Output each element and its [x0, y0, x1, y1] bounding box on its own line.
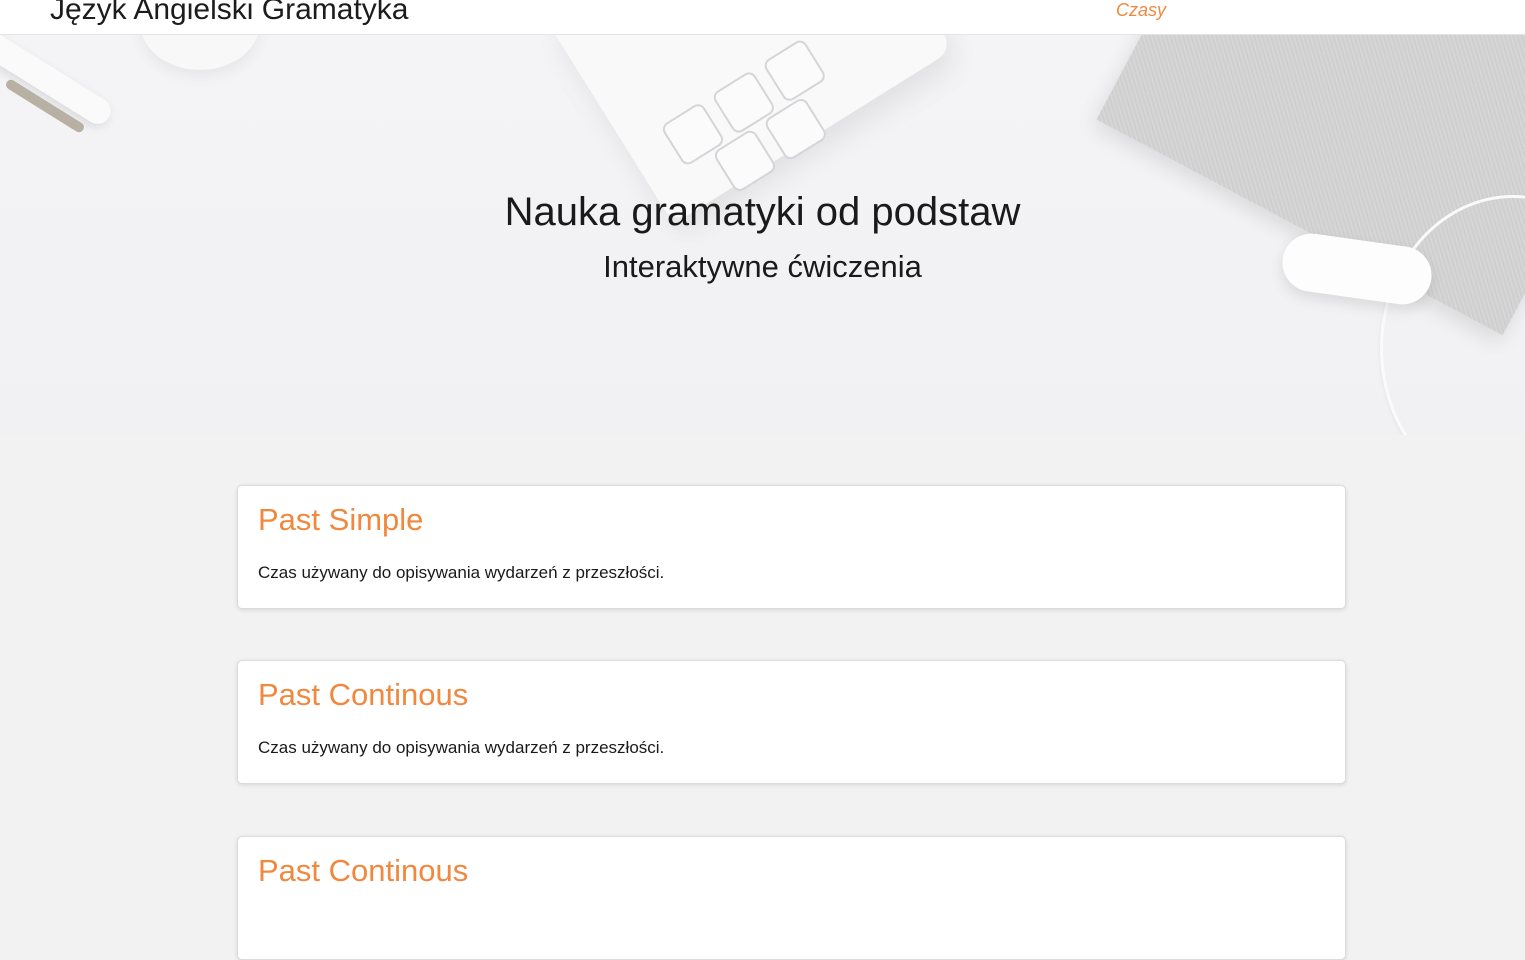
- card-title[interactable]: Past Continous: [258, 851, 468, 891]
- navbar: Język Angielski Gramatyka Czasy: [0, 0, 1525, 35]
- nav-link-czasy[interactable]: Czasy: [1116, 0, 1166, 22]
- card-past-simple[interactable]: Past Simple Czas używany do opisywania w…: [237, 485, 1346, 609]
- card-past-continous[interactable]: Past Continous Czas używany do opisywani…: [237, 660, 1346, 784]
- card-description: Czas używany do opisywania wydarzeń z pr…: [258, 563, 665, 582]
- mouse-image: [140, 35, 260, 70]
- hero-subtitle: Interaktywne ćwiczenia: [603, 249, 922, 284]
- card-description: Czas używany do opisywania wydarzeń z pr…: [258, 738, 665, 757]
- hero-banner: Nauka gramatyki od podstaw Interaktywne …: [0, 35, 1525, 435]
- card-title[interactable]: Past Simple: [258, 500, 423, 540]
- card-past-continous-2[interactable]: Past Continous: [237, 836, 1346, 960]
- hero-title: Nauka gramatyki od podstaw: [504, 190, 1021, 234]
- brand-link[interactable]: Język Angielski Gramatyka: [50, 0, 408, 30]
- card-title[interactable]: Past Continous: [258, 675, 468, 715]
